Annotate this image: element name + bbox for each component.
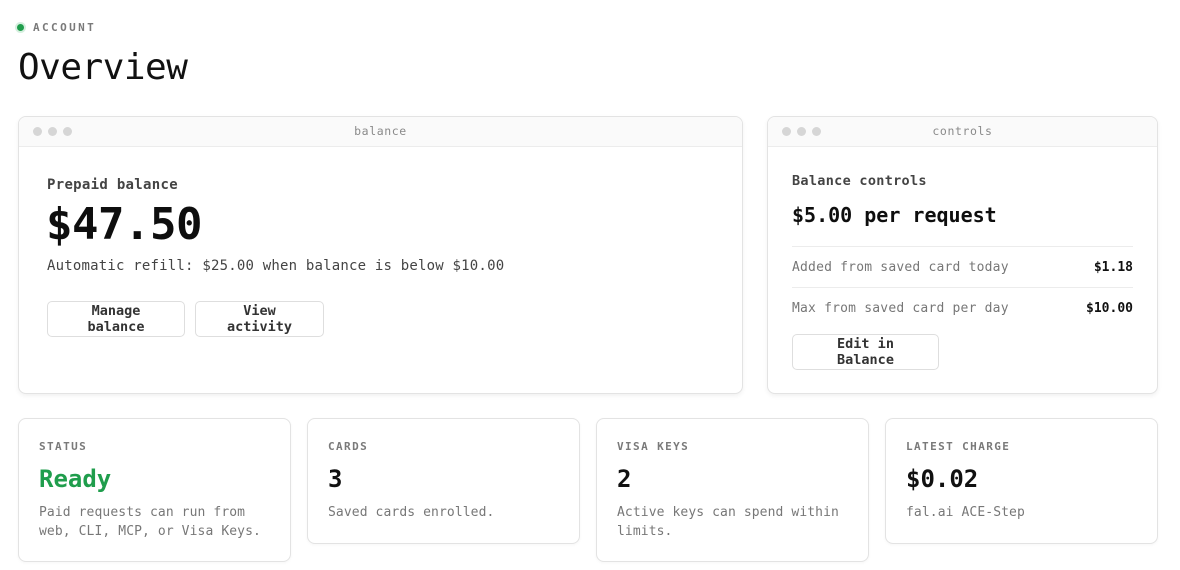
controls-window-title: controls <box>932 124 993 138</box>
stat-description: fal.ai ACE-Step <box>906 505 1025 520</box>
stat-value: $0.02 <box>906 465 979 493</box>
stat-label: CARDS <box>328 440 369 453</box>
page-title: Overview <box>18 47 188 88</box>
eyebrow-label: ACCOUNT <box>33 20 97 34</box>
balance-window: balance Prepaid balance $47.50 Automatic… <box>18 116 743 394</box>
per-request-amount: $5.00 per request <box>792 203 997 227</box>
auto-refill-text: Automatic refill: $25.00 when balance is… <box>47 258 505 274</box>
control-row-label: Max from saved card per day <box>792 300 1009 316</box>
stat-value: 2 <box>617 465 632 493</box>
stat-card-status: STATUS Ready Paid requests can run from … <box>18 418 291 562</box>
stat-description: Saved cards enrolled. <box>328 505 495 520</box>
balance-controls-label: Balance controls <box>792 173 927 189</box>
stat-value: 3 <box>328 465 343 493</box>
stat-card-visa-keys: VISA KEYS 2 Active keys can spend within… <box>596 418 869 562</box>
stat-label: STATUS <box>39 440 88 453</box>
stat-card-latest-charge: LATEST CHARGE $0.02 fal.ai ACE-Step <box>885 418 1158 544</box>
controls-window-titlebar: controls <box>768 117 1157 147</box>
section-eyebrow: ACCOUNT <box>16 20 96 34</box>
stat-description: Active keys can spend within limits. <box>617 505 839 539</box>
control-row: Added from saved card today $1.18 <box>792 246 1133 287</box>
balance-window-titlebar: balance <box>19 117 742 147</box>
control-row-label: Added from saved card today <box>792 259 1009 275</box>
balance-window-title: balance <box>354 124 407 138</box>
status-dot-icon <box>17 23 24 31</box>
prepaid-balance-label: Prepaid balance <box>47 177 178 193</box>
stat-value: Ready <box>39 465 112 493</box>
stat-label: LATEST CHARGE <box>906 440 1011 453</box>
control-row-value: $1.18 <box>1093 259 1133 275</box>
stat-description: Paid requests can run from web, CLI, MCP… <box>39 505 261 539</box>
manage-balance-button[interactable]: Manage balance <box>47 301 185 337</box>
view-activity-button[interactable]: View activity <box>195 301 324 337</box>
controls-window: controls Balance controls $5.00 per requ… <box>767 116 1158 394</box>
stat-label: VISA KEYS <box>617 440 690 453</box>
control-row-value: $10.00 <box>1086 300 1133 316</box>
stat-card-cards: CARDS 3 Saved cards enrolled. <box>307 418 580 544</box>
control-row: Max from saved card per day $10.00 <box>792 287 1133 328</box>
prepaid-balance-amount: $47.50 <box>46 199 202 250</box>
edit-in-balance-button[interactable]: Edit in Balance <box>792 334 939 370</box>
